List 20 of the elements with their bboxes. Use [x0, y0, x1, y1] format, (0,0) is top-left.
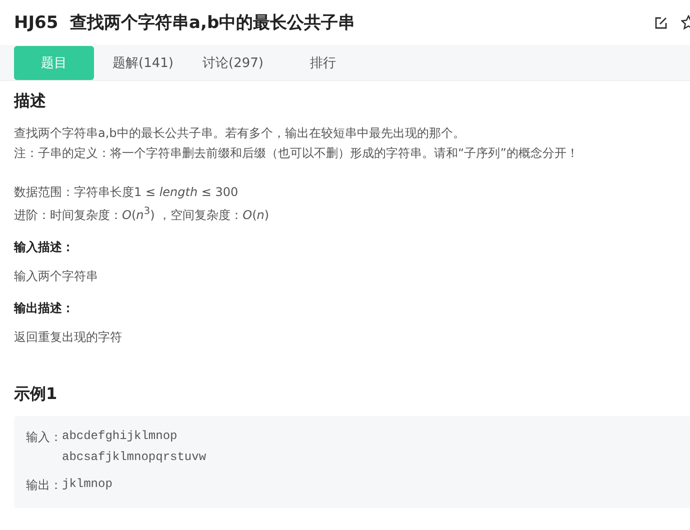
description-text: 注：子串的定义：将一个字符串删去前缀和后缀（也可以不删）形成的字符串。请和“子序列”的概念分开！: [14, 145, 578, 162]
problem-title: HJ65 查找两个字符串a,b中的最长公共子串: [14, 12, 356, 34]
input-description-text: 输入两个字符串: [14, 268, 98, 285]
tab[interactable]: 题解(141): [98, 46, 188, 80]
example-input-line: abcsafjklmnopqrstuvw: [62, 449, 206, 466]
section-heading: 输出描述：: [14, 300, 74, 317]
edit-icon[interactable]: [654, 16, 668, 30]
tab[interactable]: 讨论(297): [188, 46, 278, 80]
section-heading: 描述: [14, 91, 46, 112]
output-description-text: 返回重复出现的字符: [14, 329, 122, 346]
example-input-line: abcdefghijklmnop: [62, 428, 178, 445]
output-label: 输出：: [26, 477, 62, 494]
constraint-text: 进阶：时间复杂度：O(n$^{3}$) ，空间复杂度：O(n): [14, 205, 270, 224]
tab[interactable]: 排行: [278, 46, 368, 80]
section-heading: 示例1: [14, 384, 58, 405]
constraint-text: 数据范围：字符串长度1 ≤ length ≤ 300: [14, 184, 238, 201]
input-label: 输入：: [26, 429, 62, 446]
example-output: jklmnop: [62, 476, 112, 493]
section-heading: 输入描述：: [14, 239, 74, 256]
description-text: 查找两个字符串a,b中的最长公共子串。若有多个，输出在较短串中最先出现的那个。: [14, 125, 465, 142]
